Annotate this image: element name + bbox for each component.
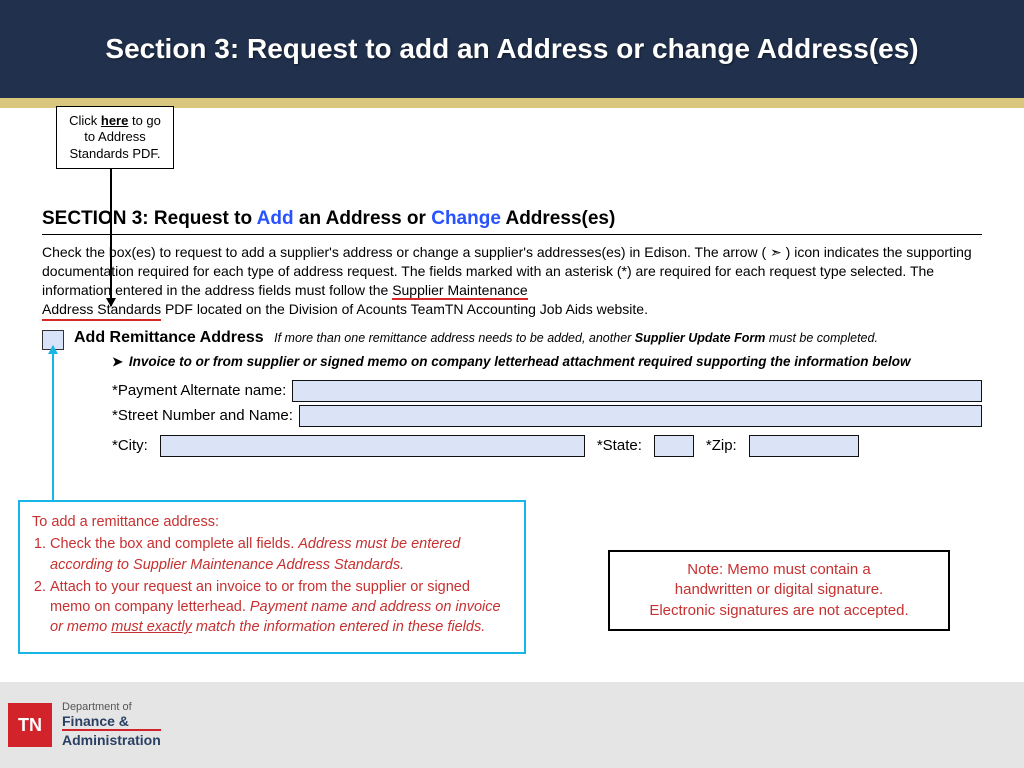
- sec-suffix: Address(es): [501, 208, 615, 229]
- content: Click here to go to Address Standards PD…: [0, 108, 1024, 457]
- callout-pre: Click: [69, 113, 101, 128]
- steps-lead: To add a remittance address:: [32, 512, 512, 532]
- dept-finance: Finance &: [62, 713, 161, 729]
- s1a: Check the box and complete all fields.: [50, 536, 298, 552]
- tn-badge: TN: [8, 703, 52, 747]
- arrow-glyph-icon: ➣: [770, 244, 782, 260]
- city-input[interactable]: [160, 435, 585, 457]
- city-label: *City:: [112, 437, 148, 454]
- s2b-post: match the information entered in these f…: [192, 619, 485, 635]
- state-label: *State:: [597, 437, 642, 454]
- callout-address-standards: Click here to go to Address Standards PD…: [56, 106, 174, 169]
- arrow-up-icon: [52, 346, 54, 500]
- steps-list: Check the box and complete all fields. A…: [50, 534, 512, 637]
- section-heading: SECTION 3: Request to Add an Address or …: [42, 208, 982, 230]
- page-title: Section 3: Request to add an Address or …: [105, 33, 918, 65]
- payment-name-input[interactable]: [292, 380, 982, 402]
- underlined-2: Address Standards: [42, 300, 161, 321]
- footer: TN Department of Finance & Administratio…: [0, 682, 1024, 768]
- invoice-text: Invoice to or from supplier or signed me…: [129, 354, 911, 369]
- note-l2: handwritten or digital signature.: [620, 580, 938, 600]
- step-1: Check the box and complete all fields. A…: [50, 534, 512, 575]
- city-state-zip-row: *City: *State: *Zip:: [112, 435, 982, 457]
- add-remittance-text: Add Remittance Address If more than one …: [74, 329, 878, 347]
- sec-mid: an Address or: [294, 208, 432, 229]
- intro-paragraph: Check the box(es) to request to add a su…: [42, 243, 982, 321]
- dept-admin: Administration: [62, 729, 161, 748]
- payment-name-label: *Payment Alternate name:: [112, 382, 286, 399]
- zip-input[interactable]: [749, 435, 859, 457]
- state-input[interactable]: [654, 435, 694, 457]
- street-label: *Street Number and Name:: [112, 407, 293, 424]
- banner: Section 3: Request to add an Address or …: [0, 0, 1024, 98]
- zip-label: *Zip:: [706, 437, 737, 454]
- callout-remittance-steps: To add a remittance address: Check the b…: [18, 500, 526, 654]
- dept-of: Department of: [62, 701, 161, 714]
- dept-block: Department of Finance & Administration: [62, 701, 161, 750]
- step-2: Attach to your request an invoice to or …: [50, 577, 512, 638]
- p1c: PDF located on the Division of Acounts T…: [161, 301, 648, 317]
- sec-add: Add: [257, 208, 294, 229]
- note-post: must be completed.: [765, 331, 878, 345]
- underlined-1: Supplier Maintenance: [392, 282, 527, 300]
- note-l1: Note: Memo must contain a: [620, 560, 938, 580]
- add-note: If more than one remittance address need…: [274, 331, 878, 345]
- note-l3: Electronic signatures are not accepted.: [620, 601, 938, 621]
- memo-note: Note: Memo must contain a handwritten or…: [608, 550, 950, 631]
- wedge-icon: ➤: [112, 354, 123, 369]
- note-pre: If more than one remittance address need…: [274, 331, 635, 345]
- payment-name-row: *Payment Alternate name:: [112, 380, 982, 402]
- street-input[interactable]: [299, 405, 982, 427]
- note-bold: Supplier Update Form: [635, 331, 766, 345]
- rule: [42, 234, 982, 235]
- add-title: Add Remittance Address: [74, 329, 264, 346]
- p1a: Check the box(es) to request to add a su…: [42, 244, 770, 260]
- sec-change: Change: [431, 208, 501, 229]
- sec-prefix: SECTION 3: Request to: [42, 208, 257, 229]
- s2b-u: must exactly: [111, 619, 192, 635]
- add-remittance-row: Add Remittance Address If more than one …: [42, 329, 982, 350]
- arrow-down-icon: [110, 168, 112, 306]
- callout-link[interactable]: here: [101, 113, 128, 128]
- invoice-requirement: ➤ Invoice to or from supplier or signed m…: [112, 354, 982, 370]
- street-row: *Street Number and Name:: [112, 405, 982, 427]
